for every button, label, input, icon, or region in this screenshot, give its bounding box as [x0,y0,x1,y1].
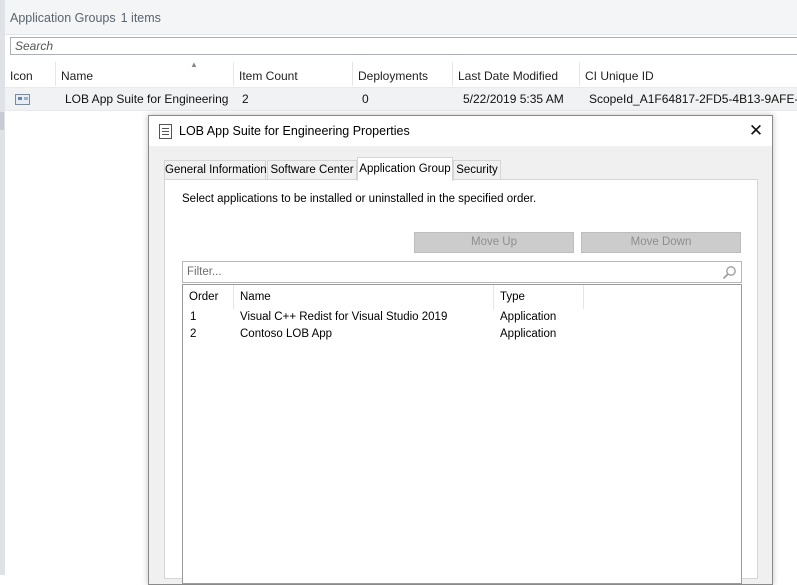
column-header-item-count[interactable]: Item Count [234,62,353,86]
tab-security[interactable]: Security [453,160,501,180]
results-title: Application Groups 1 items [10,11,161,25]
table-row[interactable]: LOB App Suite for Engineering 2 0 5/22/2… [5,87,797,111]
application-list[interactable]: Order Name Type 1 Visual C++ Redist for … [182,284,742,584]
properties-dialog: LOB App Suite for Engineering Properties… [148,115,773,585]
list-item-name: Visual C++ Redist for Visual Studio 2019 [240,311,448,323]
column-header-ci-unique-id[interactable]: CI Unique ID [580,62,797,86]
dialog-titlebar[interactable]: LOB App Suite for Engineering Properties… [149,116,772,146]
results-column-header: Icon ▲ Name Item Count Deployments Last … [5,62,797,86]
instruction-text: Select applications to be installed or u… [182,193,537,205]
dialog-title: LOB App Suite for Engineering Properties [179,124,410,138]
tab-software-center[interactable]: Software Center [267,160,357,180]
sort-ascending-icon: ▲ [190,62,198,69]
row-name: LOB App Suite for Engineering [65,92,229,106]
row-last-modified: 5/22/2019 5:35 AM [463,92,564,106]
list-column-name[interactable]: Name [234,285,494,309]
list-item-type: Application [500,328,557,340]
list-item[interactable]: 1 Visual C++ Redist for Visual Studio 20… [183,309,741,326]
row-item-count: 2 [242,92,249,106]
list-item-type: Application [500,311,557,323]
results-item-count: 1 items [120,11,161,25]
search-input[interactable] [11,38,797,54]
search-box[interactable] [10,37,797,55]
list-column-type[interactable]: Type [494,285,584,309]
results-title-label: Application Groups [10,11,116,25]
column-header-last-date-modified[interactable]: Last Date Modified [453,62,580,86]
properties-icon [159,124,172,139]
column-header-name[interactable]: ▲ Name [56,62,234,86]
results-header: Application Groups 1 items [5,0,797,35]
list-column-order[interactable]: Order [183,285,234,309]
move-down-button[interactable]: Move Down [581,232,741,253]
application-group-panel: Select applications to be installed or u… [164,179,758,584]
filter-box[interactable] [182,261,742,283]
list-item-order: 1 [190,311,197,323]
close-icon[interactable]: ✕ [745,120,767,142]
navigation-pane-marker [0,112,4,130]
row-ci-unique-id: ScopeId_A1F64817-2FD5-4B13-9AFE-6C [589,92,797,106]
list-column-header: Order Name Type [183,285,741,309]
column-header-name-label: Name [61,69,94,83]
tab-application-group[interactable]: Application Group [357,157,453,181]
list-item[interactable]: 2 Contoso LOB App Application [183,326,741,343]
list-item-order: 2 [190,328,197,340]
row-deployments: 0 [362,92,369,106]
move-up-button[interactable]: Move Up [414,232,574,253]
column-header-icon[interactable]: Icon [5,62,56,86]
list-item-name: Contoso LOB App [240,328,333,340]
search-icon[interactable] [722,265,737,280]
tab-general-information[interactable]: General Information [164,160,267,180]
filter-input[interactable] [183,262,717,282]
column-header-deployments[interactable]: Deployments [353,62,453,86]
app-group-icon [15,94,30,105]
